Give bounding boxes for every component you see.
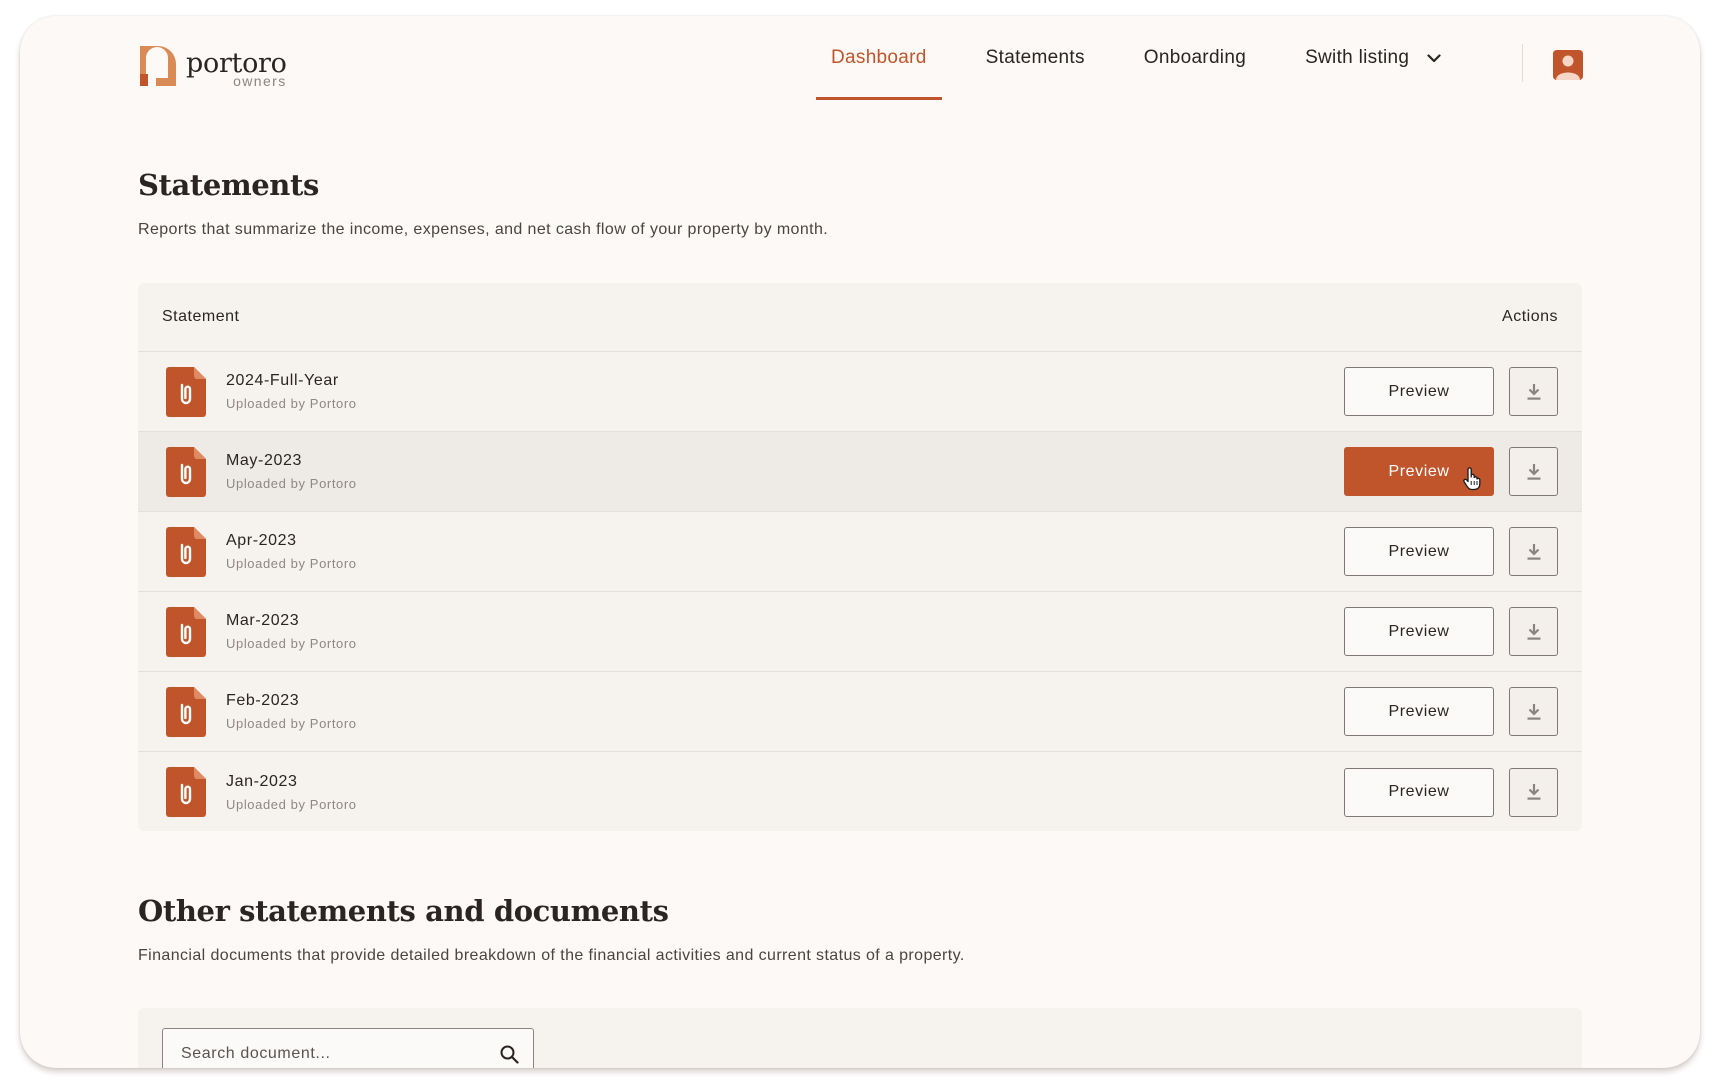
app-window: portoro owners Dashboard Statements Onbo… <box>20 16 1700 1068</box>
attachment-file-icon <box>166 686 206 737</box>
statements-title: Statements <box>138 168 319 202</box>
portoro-logo[interactable]: portoro owners <box>138 44 287 88</box>
attachment-file-icon <box>166 526 206 577</box>
statement-uploader: Uploaded by Portoro <box>226 796 357 812</box>
download-button[interactable] <box>1509 447 1558 496</box>
preview-button[interactable]: Preview <box>1344 687 1494 736</box>
portoro-logo-icon <box>140 46 176 86</box>
statement-name: 2024-Full-Year <box>226 372 339 389</box>
attachment-file-icon <box>166 767 206 817</box>
download-icon <box>1527 623 1540 640</box>
documents-description: Financial documents that provide detaile… <box>138 947 965 964</box>
attachment-file-icon <box>166 606 206 657</box>
download-icon <box>1527 784 1540 800</box>
table-row: 2024-Full-Year Uploaded by Portoro Previ… <box>138 352 1582 432</box>
statement-uploader: Uploaded by Portoro <box>226 716 357 731</box>
documents-panel <box>138 1008 1582 1068</box>
statement-uploader: Uploaded by Portoro <box>226 476 357 491</box>
chevron-down-icon <box>1427 53 1441 63</box>
download-button[interactable] <box>1509 367 1558 416</box>
column-statement: Statement <box>162 308 240 325</box>
nav-switch-listing[interactable]: Swith listing <box>1290 16 1456 100</box>
user-avatar-icon[interactable] <box>1553 50 1583 80</box>
download-icon <box>1527 383 1540 400</box>
search-input[interactable] <box>181 1045 500 1063</box>
preview-button-label: Preview <box>1388 462 1450 480</box>
statement-name: May-2023 <box>226 452 302 469</box>
table-row: Feb-2023 Uploaded by Portoro Preview <box>138 672 1582 752</box>
table-header: Statement Actions <box>138 283 1582 352</box>
statement-name: Apr-2023 <box>226 532 297 549</box>
statement-uploader: Uploaded by Portoro <box>226 396 357 411</box>
statement-uploader: Uploaded by Portoro <box>226 636 357 651</box>
statements-description: Reports that summarize the income, expen… <box>138 221 829 238</box>
search-box <box>162 1028 534 1068</box>
statement-name: Feb-2023 <box>226 692 300 709</box>
top-nav: Dashboard Statements Onboarding Swith li… <box>816 16 1485 100</box>
preview-button[interactable]: Preview <box>1344 367 1494 416</box>
table-row: Apr-2023 Uploaded by Portoro Preview <box>138 512 1582 592</box>
attachment-file-icon <box>166 366 206 417</box>
nav-switch-listing-label: Swith listing <box>1305 47 1410 68</box>
download-button[interactable] <box>1509 687 1558 736</box>
nav-dashboard-label: Dashboard <box>831 47 927 68</box>
attachment-file-icon <box>166 446 206 497</box>
nav-divider <box>1522 44 1523 82</box>
statements-table: Statement Actions 2024-Full-Year Uploade… <box>138 283 1582 831</box>
brand-sub: owners <box>233 73 287 89</box>
download-icon <box>1527 543 1540 560</box>
download-icon <box>1527 703 1540 720</box>
statement-uploader: Uploaded by Portoro <box>226 556 357 571</box>
nav-dashboard[interactable]: Dashboard <box>816 16 942 100</box>
download-icon <box>1527 463 1540 480</box>
statement-name: Mar-2023 <box>226 612 300 629</box>
preview-button[interactable]: Preview <box>1344 447 1494 496</box>
download-button[interactable] <box>1509 767 1558 817</box>
documents-title: Other statements and documents <box>138 894 669 928</box>
download-button[interactable] <box>1509 607 1558 656</box>
download-button[interactable] <box>1509 527 1558 576</box>
statement-name: Jan-2023 <box>226 772 298 790</box>
nav-onboarding[interactable]: Onboarding <box>1129 16 1261 100</box>
table-row: Jan-2023 Uploaded by Portoro Preview <box>138 752 1582 831</box>
nav-onboarding-label: Onboarding <box>1143 47 1247 68</box>
column-actions: Actions <box>1502 308 1558 325</box>
table-row: May-2023 Uploaded by Portoro Preview <box>138 432 1582 512</box>
nav-statements-label: Statements <box>985 47 1085 68</box>
nav-statements[interactable]: Statements <box>971 16 1100 100</box>
preview-button[interactable]: Preview <box>1344 767 1494 817</box>
preview-button[interactable]: Preview <box>1344 527 1494 576</box>
table-row: Mar-2023 Uploaded by Portoro Preview <box>138 592 1582 672</box>
search-icon[interactable] <box>500 1045 519 1064</box>
hand-pointer-icon <box>1463 467 1481 491</box>
preview-button[interactable]: Preview <box>1344 607 1494 656</box>
